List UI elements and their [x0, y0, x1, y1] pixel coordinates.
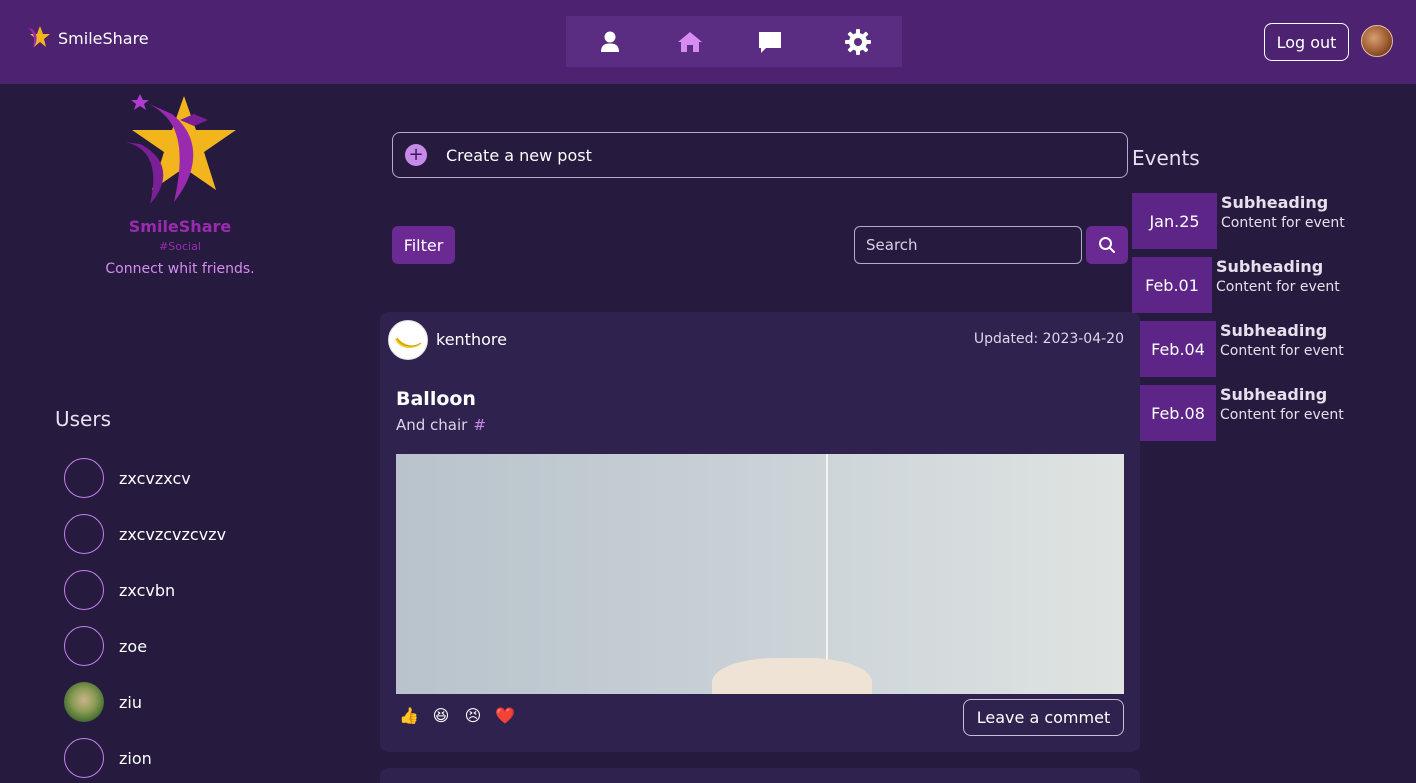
- brand[interactable]: SmileShare: [24, 24, 149, 52]
- user-item[interactable]: zxcvzcvzcvzv: [64, 514, 226, 554]
- tagline: Connect whit friends.: [105, 261, 255, 277]
- gear-icon: [845, 29, 871, 55]
- post-hashtag[interactable]: #: [473, 416, 486, 434]
- event-date: Feb.01: [1132, 257, 1212, 313]
- event-date: Jan.25: [1132, 193, 1217, 249]
- nav-profile-button[interactable]: [596, 28, 624, 56]
- post-card: [380, 768, 1140, 783]
- post-subtitle-text: And chair: [396, 416, 468, 434]
- leave-comment-button[interactable]: Leave a commet: [963, 699, 1124, 736]
- brand-name: SmileShare: [58, 28, 149, 48]
- balloon-shape: [712, 658, 872, 694]
- event-heading: Subheading: [1220, 385, 1328, 404]
- user-name: zxcvbn: [119, 580, 176, 600]
- avatar: [64, 626, 104, 666]
- post-author[interactable]: kenthore: [436, 330, 507, 349]
- event-content: Content for event: [1221, 215, 1345, 231]
- nav-settings-button[interactable]: [844, 28, 872, 56]
- smileshare-logo: SmileShare #Social: [124, 94, 236, 252]
- nav-messages-button[interactable]: [756, 28, 784, 56]
- post-card: kenthore Updated: 2023-04-20 Balloon And…: [380, 312, 1140, 752]
- sad-face-icon[interactable]: 😣: [464, 706, 482, 725]
- event-item[interactable]: Feb.01 Subheading Content for event: [1132, 257, 1340, 313]
- main-nav: [566, 16, 902, 67]
- avatar: [64, 458, 104, 498]
- search-input[interactable]: [854, 226, 1082, 264]
- logo-title: SmileShare: [129, 217, 232, 236]
- user-item[interactable]: zion: [64, 738, 152, 778]
- avatar[interactable]: [388, 320, 428, 360]
- home-icon: [678, 32, 702, 52]
- avatar: [64, 514, 104, 554]
- avatar: [64, 682, 104, 722]
- create-post-button[interactable]: + Create a new post: [392, 132, 1128, 178]
- banana-icon: [395, 337, 423, 348]
- users-heading: Users: [55, 407, 112, 431]
- nav-home-button[interactable]: [676, 28, 704, 56]
- current-user-avatar[interactable]: [1361, 25, 1393, 57]
- events-heading: Events: [1132, 146, 1200, 170]
- user-item[interactable]: zxcvzxcv: [64, 458, 191, 498]
- reactions-bar: 👍 😆 😣 ❤️: [399, 706, 515, 725]
- event-item[interactable]: Jan.25 Subheading Content for event: [1132, 193, 1345, 249]
- plus-icon: +: [405, 144, 427, 166]
- event-text: Subheading Content for event: [1221, 193, 1345, 231]
- post-updated-date: Updated: 2023-04-20: [973, 331, 1124, 347]
- event-content: Content for event: [1216, 279, 1340, 295]
- event-text: Subheading Content for event: [1220, 321, 1344, 359]
- create-post-label: Create a new post: [446, 145, 592, 165]
- user-name: zxcvzcvzcvzv: [119, 524, 227, 544]
- logo-subtitle: #Social: [159, 240, 201, 252]
- top-header: SmileShare Log out: [0, 0, 1416, 84]
- user-icon: [601, 31, 619, 52]
- thumbs-up-icon[interactable]: 👍: [399, 706, 419, 725]
- event-text: Subheading Content for event: [1216, 257, 1340, 295]
- user-item[interactable]: zoe: [64, 626, 147, 666]
- heart-icon[interactable]: ❤️: [495, 706, 515, 725]
- user-name: zxcvzxcv: [119, 468, 191, 488]
- user-item[interactable]: zxcvbn: [64, 570, 175, 610]
- logout-button[interactable]: Log out: [1264, 23, 1349, 61]
- filter-button[interactable]: Filter: [392, 226, 455, 264]
- user-item[interactable]: ziu: [64, 682, 142, 722]
- laugh-icon[interactable]: 😆: [432, 706, 450, 725]
- event-heading: Subheading: [1221, 193, 1329, 212]
- event-item[interactable]: Feb.08 Subheading Content for event: [1140, 385, 1344, 441]
- event-heading: Subheading: [1216, 257, 1324, 276]
- user-name: ziu: [119, 692, 142, 712]
- post-title: Balloon: [396, 388, 476, 410]
- post-subtitle: And chair #: [396, 416, 486, 434]
- event-heading: Subheading: [1220, 321, 1328, 340]
- balloon-string: [826, 454, 828, 666]
- user-name: zoe: [119, 636, 148, 656]
- smileshare-logo-icon: [27, 26, 50, 48]
- post-image: [396, 454, 1124, 694]
- event-item[interactable]: Feb.04 Subheading Content for event: [1140, 321, 1344, 377]
- avatar: [64, 738, 104, 778]
- chat-icon: [759, 32, 781, 53]
- event-content: Content for event: [1220, 407, 1344, 423]
- event-text: Subheading Content for event: [1220, 385, 1344, 423]
- user-name: zion: [119, 748, 152, 768]
- search-icon: [1099, 237, 1115, 253]
- avatar: [64, 570, 104, 610]
- event-content: Content for event: [1220, 343, 1344, 359]
- search-button[interactable]: [1086, 226, 1128, 264]
- event-date: Feb.04: [1140, 321, 1216, 377]
- event-date: Feb.08: [1140, 385, 1216, 441]
